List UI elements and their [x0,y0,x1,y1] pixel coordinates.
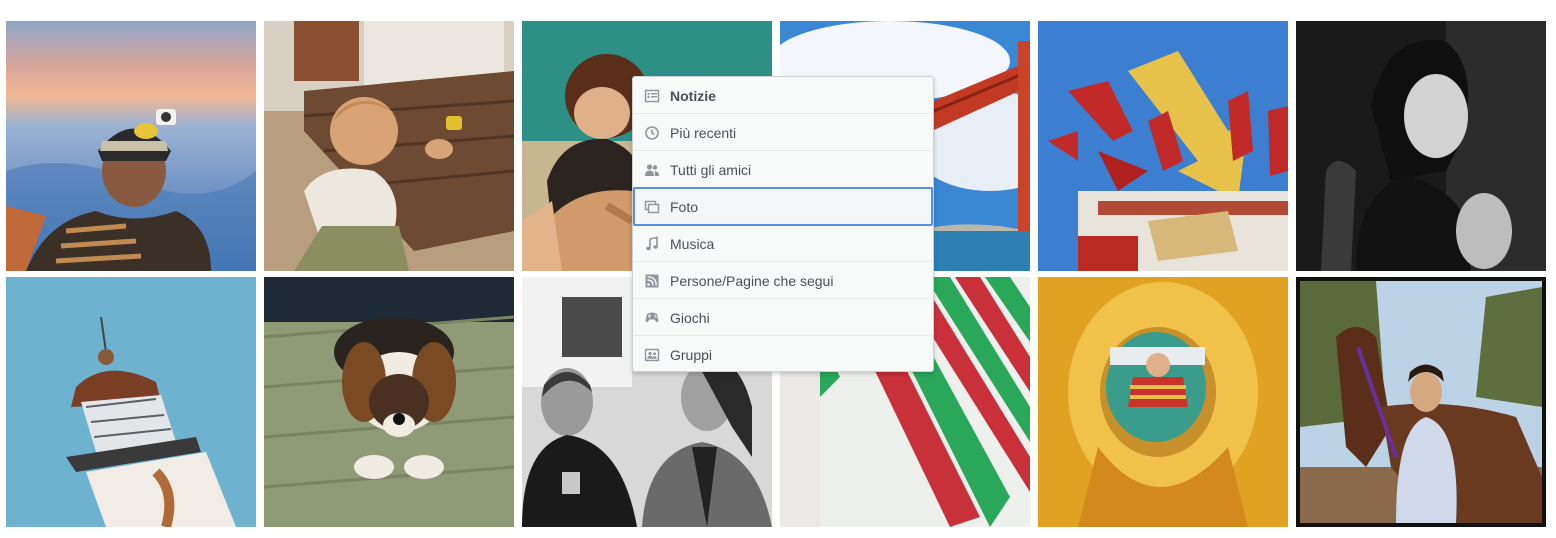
music-note-icon [644,236,660,252]
menu-item-games[interactable]: Giochi [633,299,933,336]
menu-item-label: Musica [670,235,715,252]
puppy-photo [264,277,514,527]
lighthouse-photo [6,277,256,527]
menu-item-all-friends[interactable]: Tutti gli amici [633,151,933,188]
photos-icon [644,199,660,215]
menu-item-music[interactable]: Musica [633,225,933,262]
menu-item-following[interactable]: Persone/Pagine che segui [633,262,933,299]
menu-item-most-recent[interactable]: Più recenti [633,114,933,151]
news-feed-icon [644,88,660,104]
photo-tile[interactable] [1296,21,1546,271]
photo-tile[interactable] [1296,277,1546,527]
menu-item-news-feed[interactable]: Notizie [633,77,933,114]
photo-tile[interactable] [6,21,256,271]
menu-item-label: Giochi [670,309,710,326]
rss-feed-icon [644,273,660,289]
menu-item-label: Tutti gli amici [670,161,752,178]
menu-item-groups[interactable]: Gruppi [633,336,933,373]
mountain-hiker-photo [6,21,256,271]
gamepad-icon [644,310,660,326]
photo-tile[interactable] [1038,277,1288,527]
menu-item-label: Persone/Pagine che segui [670,272,834,289]
photo-tile[interactable] [264,277,514,527]
neon-sign-photo [1038,21,1288,271]
menu-item-label: Gruppi [670,346,713,363]
toddler-outdoors-photo [264,21,514,271]
woman-with-horse-photo [1296,277,1546,527]
woman-portrait-bw-photo [1296,21,1546,271]
menu-item-label: Più recenti [670,124,737,141]
news-feed-filter-menu: Notizie Più recenti Tutti gli amici Foto… [632,76,934,372]
photo-tile[interactable] [264,21,514,271]
groups-icon [644,347,660,363]
friends-icon [644,162,660,178]
photo-tile[interactable] [1038,21,1288,271]
menu-item-label: Notizie [670,87,716,104]
clock-icon [644,125,660,141]
child-in-slide-photo [1038,277,1288,527]
photo-tile[interactable] [6,277,256,527]
menu-item-label: Foto [670,198,699,215]
menu-item-photos[interactable]: Foto [633,187,933,226]
